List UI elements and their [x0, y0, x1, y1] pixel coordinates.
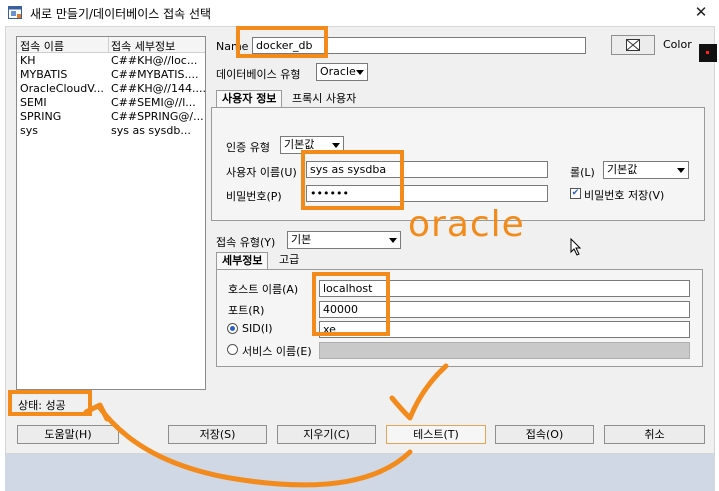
column-header-detail[interactable]: 접속 세부정보 — [111, 38, 175, 54]
connection-list[interactable]: 접속 이름 접속 세부정보 KH C##KH@//loc... MYBATIS … — [16, 36, 206, 390]
connection-row[interactable]: MYBATIS C##MYBATIS.... — [17, 68, 205, 81]
chevron-down-icon — [356, 70, 364, 75]
close-icon[interactable]: ✕ — [690, 2, 712, 22]
clear-button[interactable]: 지우기(C) — [277, 425, 376, 444]
username-label: 사용자 이름(U) — [226, 166, 297, 179]
help-button[interactable]: 도움말(H) — [17, 425, 119, 444]
highlight-credentials — [301, 150, 404, 210]
connection-detail: C##SPRING@/... — [111, 110, 204, 123]
connection-row[interactable]: SEMI C##SEMI@//l... — [17, 96, 205, 109]
connection-name: SEMI — [20, 96, 47, 109]
save-password-label: 비밀번호 저장(V) — [584, 189, 665, 202]
color-swatch — [699, 44, 717, 62]
connection-detail: sys as sysdb... — [111, 124, 191, 137]
conn-type-label: 접속 유형(Y) — [216, 236, 276, 249]
mouse-cursor-icon — [570, 238, 582, 256]
conn-type-select[interactable]: 기본 — [287, 231, 401, 249]
role-value: 기본값 — [607, 163, 638, 176]
chevron-down-icon — [677, 168, 685, 173]
color-button[interactable] — [611, 35, 655, 55]
connection-detail: C##MYBATIS.... — [111, 68, 199, 81]
chevron-down-icon — [389, 238, 397, 243]
window-title: 새로 만들기/데이터베이스 접속 선택 — [30, 7, 212, 21]
status-text: 상태: 성공 — [18, 399, 66, 412]
chevron-down-icon — [332, 143, 340, 148]
service-name-input[interactable] — [319, 342, 690, 359]
highlight-connection-details — [312, 272, 390, 336]
connection-detail: C##SEMI@//l... — [111, 96, 196, 109]
connection-name: SPRING — [20, 110, 62, 123]
tab-details[interactable]: 세부정보 — [216, 252, 269, 269]
service-name-label: 서비스 이름(E) — [242, 345, 312, 358]
db-type-label: 데이터베이스 유형 — [216, 68, 301, 81]
color-label: Color — [663, 38, 692, 51]
connection-row[interactable]: KH C##KH@//loc... — [17, 54, 205, 67]
annotation-oracle: oracle — [408, 204, 525, 245]
password-label: 비밀번호(P) — [226, 190, 282, 203]
sid-label: SID(I) — [242, 322, 273, 335]
background-strip — [5, 454, 715, 491]
cancel-button[interactable]: 취소 — [604, 425, 705, 444]
test-button[interactable]: 테스트(T) — [386, 425, 486, 444]
save-password-checkbox[interactable]: ✔ — [570, 188, 581, 199]
auth-type-label: 인증 유형 — [226, 141, 270, 154]
connection-row[interactable]: OracleCloudV... C##KH@//144.... — [17, 82, 205, 95]
service-name-radio[interactable] — [227, 344, 238, 355]
tab-proxy-user[interactable]: 프록시 사용자 — [287, 91, 361, 108]
connect-button[interactable]: 접속(O) — [495, 425, 594, 444]
tab-advanced[interactable]: 고급 — [274, 252, 304, 269]
connection-detail: C##KH@//loc... — [111, 54, 198, 67]
tab-user-info[interactable]: 사용자 정보 — [216, 90, 283, 107]
color-picker-icon — [626, 39, 640, 51]
status-box: 상태: 성공 — [8, 390, 92, 416]
connection-name: OracleCloudV... — [20, 82, 104, 95]
conn-type-value: 기본 — [291, 233, 312, 246]
column-header-name[interactable]: 접속 이름 — [20, 38, 64, 54]
connection-name: sys — [20, 124, 38, 137]
connection-list-header: 접속 이름 접속 세부정보 — [17, 37, 205, 54]
save-button[interactable]: 저장(S) — [168, 425, 267, 444]
connection-detail: C##KH@//144.... — [111, 82, 205, 95]
connection-name: MYBATIS — [20, 68, 68, 81]
connection-row[interactable]: sys sys as sysdb... — [17, 124, 205, 137]
db-type-value: Oracle — [320, 65, 356, 78]
sid-radio[interactable] — [227, 323, 238, 334]
port-label: 포트(R) — [228, 304, 265, 317]
highlight-name — [236, 26, 328, 58]
host-label: 호스트 이름(A) — [228, 283, 299, 296]
connection-row[interactable]: SPRING C##SPRING@/... — [17, 110, 205, 123]
role-label: 롤(L) — [570, 166, 595, 179]
database-icon — [8, 6, 22, 19]
connection-name: KH — [20, 54, 36, 67]
db-type-select[interactable]: Oracle — [316, 63, 368, 81]
role-select[interactable]: 기본값 — [603, 161, 689, 179]
